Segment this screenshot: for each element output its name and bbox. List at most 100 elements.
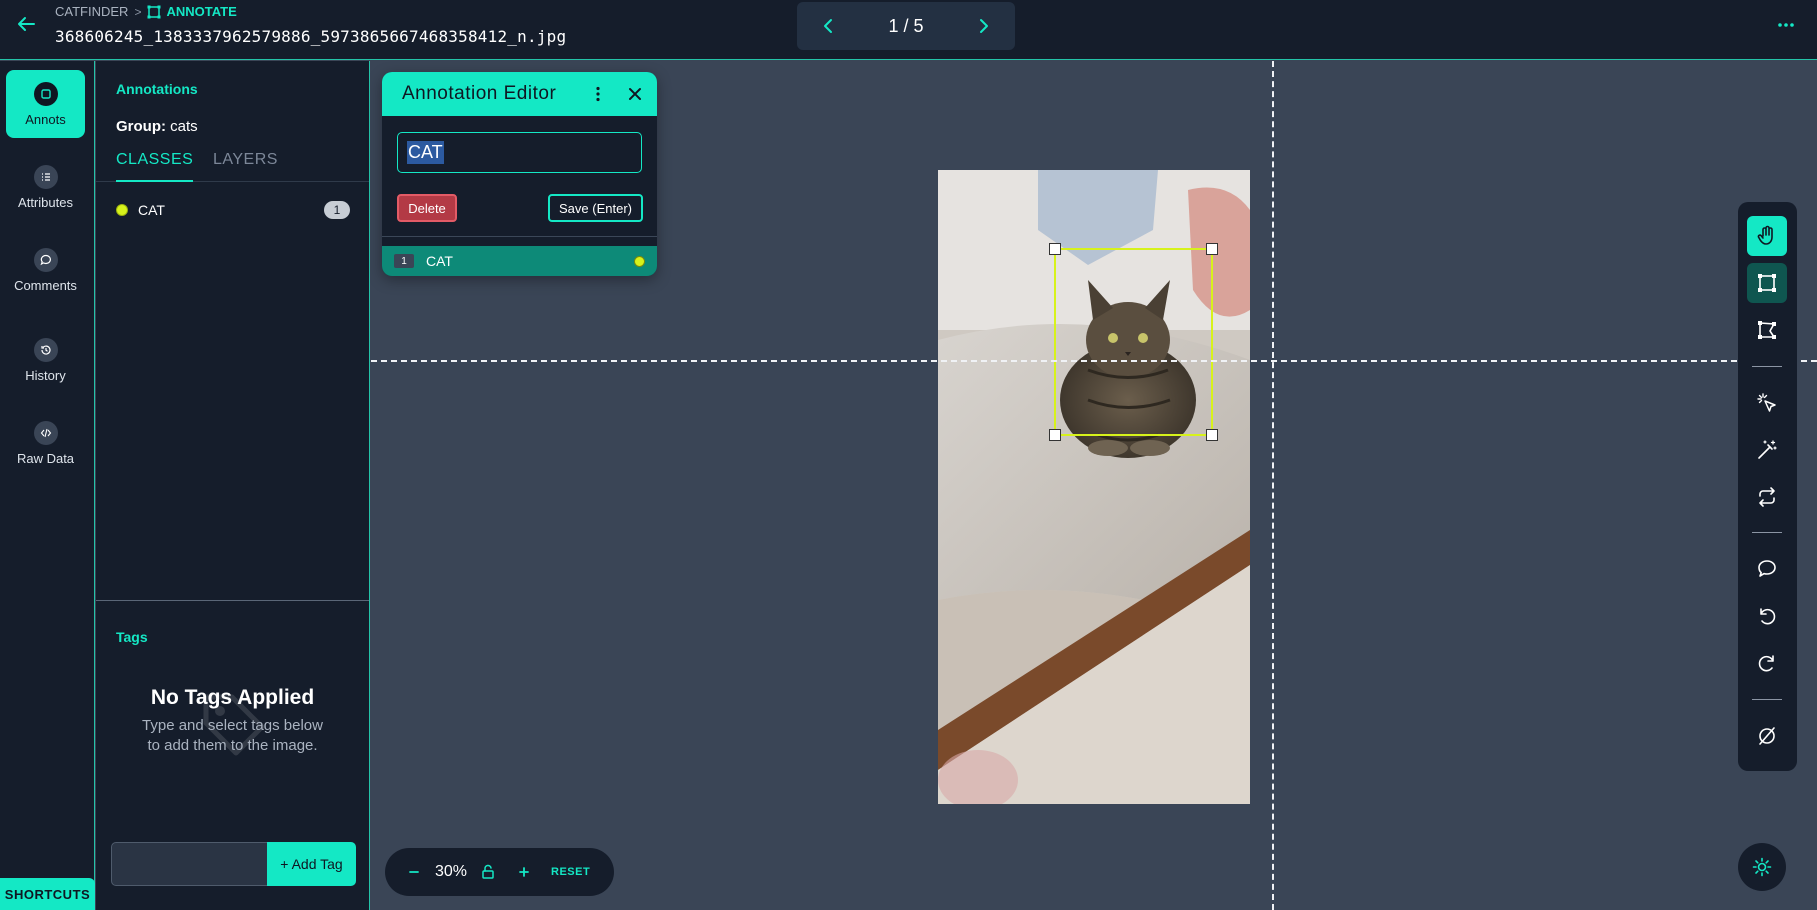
tags-section: Tags No Tags Applied Type and select tag…: [96, 600, 369, 910]
annotation-color-dot: [634, 255, 645, 267]
polygon-tool-button[interactable]: [1747, 310, 1787, 350]
tab-layers[interactable]: LAYERS: [213, 149, 278, 182]
nav-label: Comments: [14, 278, 77, 293]
code-icon: [33, 421, 58, 445]
annotate-icon: [147, 5, 161, 18]
back-arrow-icon[interactable]: [14, 12, 38, 36]
save-button[interactable]: Save (Enter): [548, 194, 643, 222]
comment-tool-button[interactable]: [1747, 549, 1787, 589]
zoom-reset-button[interactable]: RESET: [551, 866, 590, 878]
nav-item-attributes[interactable]: Attributes: [6, 153, 85, 221]
smart-select-tool-button[interactable]: [1747, 383, 1787, 423]
undo-icon: [1760, 608, 1776, 625]
nav-label: Attributes: [18, 195, 73, 210]
resize-handle-bottom-right[interactable]: [1206, 429, 1218, 441]
annotation-index: 1: [394, 254, 414, 268]
pan-tool-button[interactable]: [1747, 216, 1787, 256]
breadcrumb-current-label: ANNOTATE: [166, 4, 237, 19]
hide-annotations-button[interactable]: [1747, 716, 1787, 756]
nav-item-comments[interactable]: Comments: [6, 236, 85, 304]
bounding-box-cat[interactable]: [1049, 243, 1218, 441]
shortcuts-button[interactable]: SHORTCUTS: [0, 878, 95, 910]
group-label: Group:: [116, 118, 166, 135]
bounding-box-icon: [1758, 274, 1776, 292]
close-icon[interactable]: [625, 84, 645, 104]
top-header: CATFINDER > ANNOTATE 368606245_138333796…: [0, 0, 1817, 60]
crosshair-horizontal: [371, 360, 1817, 362]
crosshair-vertical: [1272, 61, 1274, 910]
zoom-in-button[interactable]: [513, 861, 535, 883]
class-name: CAT: [138, 202, 165, 218]
more-vertical-icon[interactable]: [588, 84, 608, 104]
smart-select-icon: [1757, 393, 1776, 412]
left-navigation: Annots Attributes Comments History Raw D…: [0, 61, 95, 910]
magic-wand-icon: [1758, 440, 1777, 459]
add-tag-button[interactable]: + Add Tag: [267, 842, 356, 886]
panel-tabs: CLASSES LAYERS: [96, 149, 369, 182]
hide-icon: [1759, 727, 1775, 745]
class-color-dot: [116, 204, 128, 216]
tag-input[interactable]: [111, 842, 270, 886]
nav-label: Annots: [25, 112, 66, 127]
no-tags-description: Type and select tags below to add them t…: [142, 717, 323, 754]
nav-label: Raw Data: [16, 451, 75, 466]
tool-palette: [1738, 202, 1797, 771]
toolbar-divider: [1752, 532, 1782, 533]
resize-handle-top-right[interactable]: [1206, 243, 1218, 255]
unlock-icon: [482, 864, 494, 879]
polygon-icon: [1758, 321, 1776, 339]
group-line: Group: cats: [116, 118, 198, 135]
nav-item-raw-data[interactable]: Raw Data: [6, 409, 85, 477]
zoom-out-button[interactable]: [403, 861, 425, 883]
breadcrumb-project[interactable]: CATFINDER: [55, 4, 128, 19]
undo-button[interactable]: [1747, 596, 1787, 636]
redo-icon: [1758, 655, 1774, 672]
editor-divider: [382, 236, 657, 237]
theme-toggle-button[interactable]: [1738, 843, 1786, 891]
zoom-level: 30%: [435, 863, 468, 880]
nav-item-history[interactable]: History: [6, 326, 85, 394]
annotation-row[interactable]: 1 CAT: [382, 246, 657, 276]
comment-icon: [33, 248, 58, 272]
repeat-tool-button[interactable]: [1747, 477, 1787, 517]
history-icon: [33, 338, 58, 362]
plus-icon: [519, 867, 529, 877]
repeat-icon: [1759, 487, 1775, 507]
page-counter: 1 / 5: [888, 15, 924, 36]
breadcrumb-current: ANNOTATE: [147, 4, 237, 19]
chevron-right-icon[interactable]: [975, 18, 991, 34]
toolbar-divider: [1752, 366, 1782, 367]
class-item-cat[interactable]: CAT 1: [116, 199, 350, 221]
image-pager: 1 / 5: [797, 2, 1015, 50]
annotations-panel: Annotations Group: cats CLASSES LAYERS C…: [96, 61, 370, 910]
file-name: 368606245_1383337962579886_5973865667468…: [55, 27, 567, 46]
tab-classes[interactable]: CLASSES: [116, 149, 194, 182]
comment-icon: [1758, 560, 1776, 577]
annotation-class-name: CAT: [426, 253, 453, 269]
magic-wand-tool-button[interactable]: [1747, 430, 1787, 470]
resize-handle-top-left[interactable]: [1049, 243, 1061, 255]
bounding-box-tool-button[interactable]: [1747, 263, 1787, 303]
editor-header: Annotation Editor: [382, 72, 657, 116]
group-value: cats: [170, 118, 198, 135]
zoom-lock-button[interactable]: [477, 861, 499, 883]
nav-label: History: [25, 368, 66, 383]
delete-button[interactable]: Delete: [397, 194, 457, 222]
tags-title: Tags: [116, 629, 148, 645]
minus-icon: [409, 871, 419, 873]
class-count-badge: 1: [324, 201, 350, 219]
chevron-left-icon[interactable]: [821, 18, 837, 34]
class-name-input-value: CAT: [407, 141, 444, 164]
panel-title: Annotations: [116, 81, 198, 97]
class-name-input[interactable]: CAT: [397, 132, 642, 173]
editor-title: Annotation Editor: [402, 83, 557, 104]
pan-hand-icon: [1757, 225, 1773, 245]
annotation-icon: [33, 82, 58, 106]
more-horizontal-icon[interactable]: [1775, 14, 1797, 36]
redo-button[interactable]: [1747, 643, 1787, 683]
resize-handle-bottom-left[interactable]: [1049, 429, 1061, 441]
nav-item-annots[interactable]: Annots: [6, 70, 85, 138]
sun-icon: [1752, 857, 1772, 877]
zoom-control: 30% RESET: [385, 848, 614, 896]
breadcrumb: CATFINDER > ANNOTATE: [55, 4, 237, 19]
